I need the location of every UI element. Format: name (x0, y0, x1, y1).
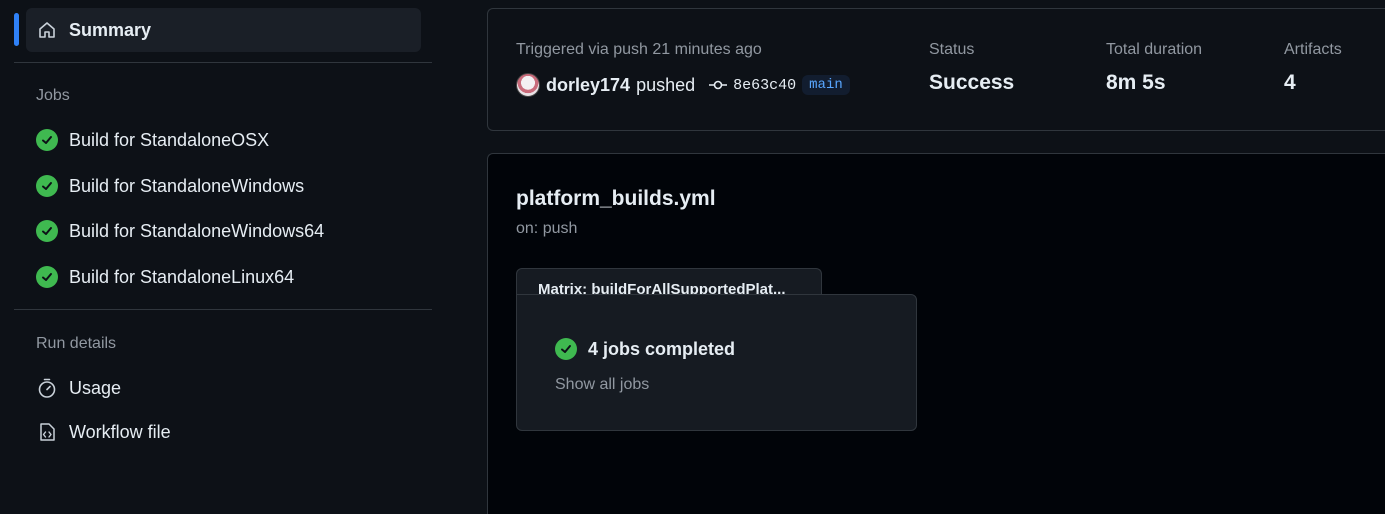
sidebar-item-job[interactable]: Build for StandaloneWindows (26, 164, 421, 208)
matrix-group: 4 jobs completed Show all jobs (516, 294, 917, 431)
user-link[interactable]: dorley174 (546, 75, 630, 96)
workflow-trigger: on: push (516, 220, 578, 237)
branch-badge[interactable]: main (802, 75, 850, 95)
sidebar-item-label: Usage (69, 377, 122, 398)
duration-value: 8m 5s (1106, 71, 1166, 94)
commit-link[interactable]: 8e63c40 (709, 77, 796, 94)
sidebar-item-job[interactable]: Build for StandaloneOSX (26, 118, 421, 162)
status-label: Status (929, 41, 975, 58)
duration-label: Total duration (1106, 41, 1203, 58)
sidebar-item-job[interactable]: Build for StandaloneLinux64 (26, 255, 421, 299)
main-content: Triggered via push 21 minutes ago dorley… (487, 0, 1385, 514)
divider (14, 62, 432, 63)
file-code-icon (36, 421, 58, 443)
sidebar-item-label: Build for StandaloneLinux64 (69, 266, 295, 287)
sidebar-item-usage[interactable]: Usage (26, 366, 421, 410)
home-icon (36, 19, 58, 41)
sidebar-item-label: Build for StandaloneWindows (69, 175, 305, 196)
check-circle-icon (36, 129, 58, 151)
avatar[interactable] (516, 73, 540, 97)
artifacts-stat[interactable]: Artifacts 4 (1284, 41, 1342, 95)
status-stat: Status Success (929, 41, 1014, 95)
run-summary-card: Triggered via push 21 minutes ago dorley… (487, 8, 1385, 131)
check-circle-icon (36, 175, 58, 197)
run-details-section-title: Run details (36, 335, 117, 352)
sidebar-item-label: Build for StandaloneWindows64 (69, 220, 325, 241)
sidebar-item-job[interactable]: Build for StandaloneWindows64 (26, 209, 421, 253)
stopwatch-icon (36, 377, 58, 399)
check-circle-icon (555, 338, 577, 360)
sidebar: Summary Jobs Build for StandaloneOSX Bui… (0, 0, 450, 507)
jobs-completed: 4 jobs completed (555, 338, 735, 360)
sidebar-item-label: Build for StandaloneOSX (69, 129, 270, 150)
status-value: Success (929, 71, 1015, 94)
duration-stat: Total duration 8m 5s (1106, 41, 1202, 95)
commit-sha: 8e63c40 (733, 76, 797, 94)
artifacts-label: Artifacts (1284, 41, 1342, 58)
sidebar-item-workflow-file[interactable]: Workflow file (26, 410, 421, 454)
sidebar-item-label: Workflow file (69, 421, 171, 442)
sidebar-item-label: Summary (69, 19, 152, 40)
git-commit-icon (709, 80, 728, 90)
push-action: pushed (636, 74, 696, 95)
workflow-file-title: platform_builds.yml (516, 187, 716, 210)
show-all-jobs-link[interactable]: Show all jobs (555, 376, 649, 394)
active-indicator (14, 13, 19, 46)
divider (14, 309, 432, 310)
sidebar-item-summary[interactable]: Summary (26, 8, 421, 52)
push-info: dorley174 pushed 8e63c40 main (516, 73, 850, 97)
artifacts-value: 4 (1284, 71, 1296, 94)
jobs-section-title: Jobs (36, 87, 70, 104)
workflow-graph-card: platform_builds.yml on: push Matrix: bui… (487, 153, 1385, 514)
trigger-info: Triggered via push 21 minutes ago (516, 41, 762, 58)
jobs-completed-text: 4 jobs completed (588, 338, 736, 359)
check-circle-icon (36, 220, 58, 242)
check-circle-icon (36, 266, 58, 288)
